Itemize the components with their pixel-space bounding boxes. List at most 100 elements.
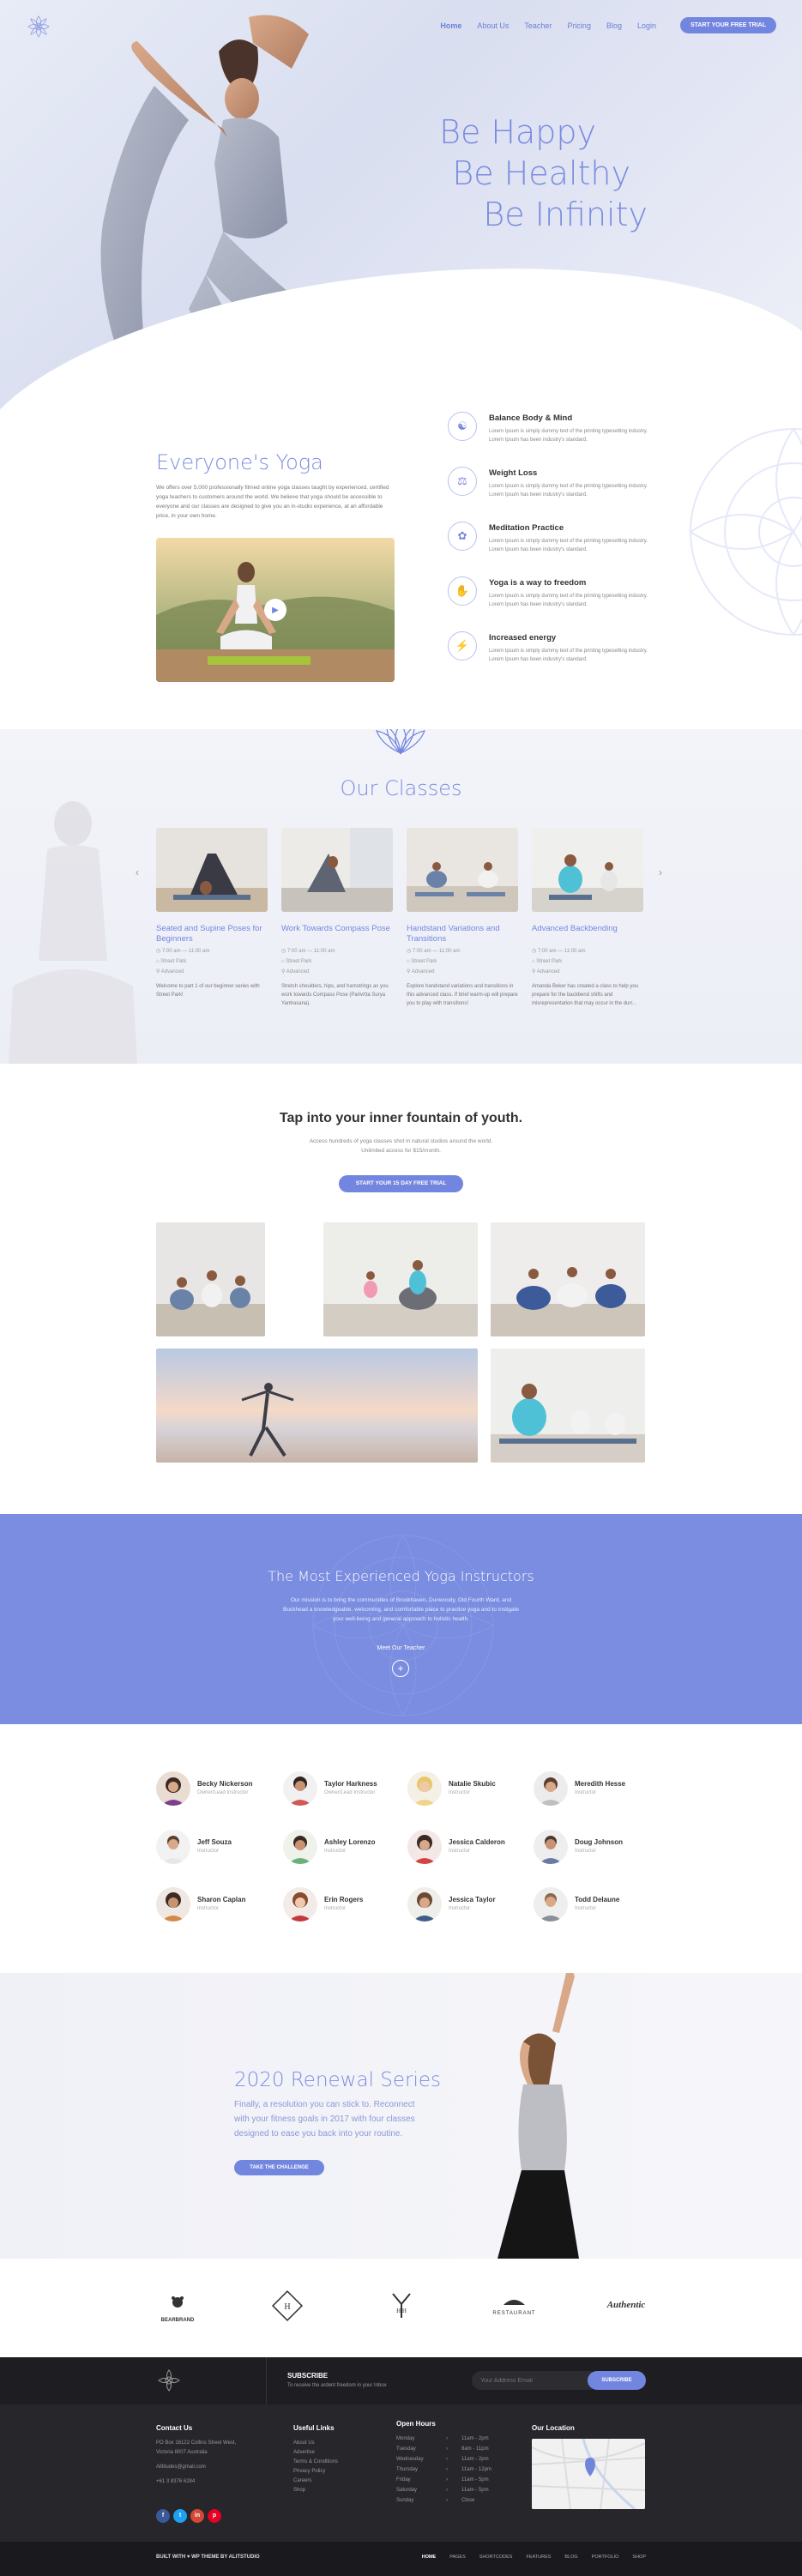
class-level-text: Advanced <box>411 969 435 974</box>
class-card[interactable]: Seated and Supine Poses for Beginners ◷ … <box>156 828 268 999</box>
class-image <box>532 828 643 912</box>
team-member[interactable]: Taylor Harkness Owner/Lead Instructor <box>283 1771 412 1806</box>
contact-email[interactable]: Alltitudes@gmail.com <box>156 2464 206 2470</box>
gallery-section: Tap into your inner fountain of youth. A… <box>0 1064 802 1514</box>
avatar <box>156 1887 190 1921</box>
brand-logo: RESTAURANT <box>491 2295 538 2316</box>
footer-lotus-logo-icon[interactable] <box>156 2368 182 2393</box>
gallery-image[interactable] <box>491 1222 645 1336</box>
subscribe-button[interactable]: SUBSCRIBE <box>588 2371 646 2390</box>
bottom-link-shortcodes[interactable]: SHORTCODES <box>479 2555 513 2560</box>
about-video[interactable]: ▶ <box>156 538 395 682</box>
bottom-link-blog[interactable]: BLOG <box>564 2555 577 2560</box>
footer-link[interactable]: Terms & Conditions <box>293 2459 338 2464</box>
free-trial-button[interactable]: START YOUR FREE TRIAL <box>679 17 776 33</box>
nav-link-blog[interactable]: Blog <box>606 21 622 30</box>
class-card[interactable]: Handstand Variations and Transitions ◷ 7… <box>407 828 518 1008</box>
team-section: Becky Nickerson Owner/Lead Instructor Ta… <box>0 1724 802 1973</box>
gallery-image[interactable] <box>156 1222 265 1336</box>
brand-name: RESTAURANT <box>492 2311 536 2316</box>
renewal-section: 2020 Renewal Series Finally, a resolutio… <box>0 1973 802 2259</box>
team-member[interactable]: Doug Johnson Instructor <box>534 1830 662 1864</box>
nav-link-home[interactable]: Home <box>440 21 461 30</box>
avatar <box>534 1771 568 1806</box>
team-member[interactable]: Becky Nickerson Owner/Lead Instructor <box>156 1771 285 1806</box>
gallery-image[interactable] <box>156 1348 478 1463</box>
gallery-image[interactable] <box>491 1348 645 1463</box>
page: Home About Us Teacher Pricing Blog Login… <box>0 0 802 2576</box>
brand-logo: BEARBRAND <box>156 2295 199 2323</box>
team-member[interactable]: Meredith Hesse Instructor <box>534 1771 662 1806</box>
team-member[interactable]: Natalie Skubic Instructor <box>407 1771 536 1806</box>
class-image <box>407 828 518 912</box>
team-member[interactable]: Erin Rogers Instructor <box>283 1887 412 1921</box>
avatar <box>407 1887 442 1921</box>
next-arrow-icon[interactable]: › <box>659 866 662 878</box>
feature-title: Balance Body & Mind <box>489 413 573 423</box>
hours-day: Monday <box>396 2436 415 2441</box>
gallery-image[interactable] <box>323 1222 478 1336</box>
bottom-link-home[interactable]: HOME <box>422 2555 437 2560</box>
nav-link-teacher[interactable]: Teacher <box>524 21 552 30</box>
feature-title: Increased energy <box>489 633 557 642</box>
class-name[interactable]: Work Towards Compass Pose <box>281 924 393 946</box>
team-member[interactable]: Jessica Calderon Instructor <box>407 1830 536 1864</box>
footer-main: Contact Us PO Box 16122 Collins Street W… <box>0 2404 802 2542</box>
play-icon[interactable]: ▶ <box>264 599 286 621</box>
renewal-title: 2020 Renewal Series <box>234 2069 442 2091</box>
brand-name: Authentic <box>606 2300 646 2310</box>
bottom-link-features[interactable]: FEATURES <box>526 2555 551 2560</box>
prev-arrow-icon[interactable]: ‹ <box>136 866 139 878</box>
class-name[interactable]: Seated and Supine Poses for Beginners <box>156 924 268 946</box>
feature-description: Lorem Ipsum is simply dummy text of the … <box>489 649 648 662</box>
class-description: Welcome to part 1 of our beginner series… <box>156 984 260 998</box>
nav-link-login[interactable]: Login <box>637 21 656 30</box>
class-card[interactable]: Advanced Backbending ◷ 7:00 am — 11:00 a… <box>532 828 643 1008</box>
lotus-logo-icon[interactable] <box>26 14 51 39</box>
hours-day: Sunday <box>396 2498 414 2503</box>
bottom-link-pages[interactable]: PAGES <box>449 2555 466 2560</box>
team-member[interactable]: Todd Delaune Instructor <box>534 1887 662 1921</box>
member-role: Owner/Lead Instructor <box>197 1790 249 1795</box>
feature-item: ✿ Meditation Practice Lorem Ipsum is sim… <box>448 522 662 576</box>
location-map[interactable] <box>532 2439 645 2509</box>
avatar <box>407 1830 442 1864</box>
linkedin-icon[interactable]: in <box>190 2509 204 2523</box>
footer-link[interactable]: Shop <box>293 2488 305 2493</box>
team-member[interactable]: Jeff Souza Instructor <box>156 1830 285 1864</box>
footer-link[interactable]: Careers <box>293 2478 311 2483</box>
member-name: Jessica Calderon <box>449 1838 505 1846</box>
hours-time: 11am - 2pm <box>461 2436 489 2441</box>
class-name[interactable]: Advanced Backbending <box>532 924 643 946</box>
pinterest-icon[interactable]: p <box>208 2509 221 2523</box>
class-name[interactable]: Handstand Variations and Transitions <box>407 924 518 946</box>
avatar <box>534 1830 568 1864</box>
nav-link-pricing[interactable]: Pricing <box>567 21 591 30</box>
hero-headline: Be Happy Be Healthy Be Infinity <box>439 112 648 235</box>
feature-item: ✋ Yoga is a way to freedom Lorem Ipsum i… <box>448 576 662 631</box>
member-role: Instructor <box>449 1906 471 1911</box>
bottom-link-portfolio[interactable]: PORTFOLIO <box>592 2555 619 2560</box>
footer-link[interactable]: Advertise <box>293 2450 315 2455</box>
fifteen-day-trial-button[interactable]: START YOUR 15 DAY FREE TRIAL <box>339 1175 463 1192</box>
plus-icon[interactable]: + <box>392 1660 409 1677</box>
nav-link-about[interactable]: About Us <box>477 21 509 30</box>
team-member[interactable]: Sharon Caplan Instructor <box>156 1887 285 1921</box>
meet-teacher-link[interactable]: Meet Our Teacher <box>0 1645 802 1651</box>
hours-day: Wednesday <box>396 2457 424 2462</box>
team-member[interactable]: Jessica Taylor Instructor <box>407 1887 536 1921</box>
footer-link[interactable]: Privacy Policy <box>293 2469 325 2474</box>
brand-name: H <box>284 2302 290 2312</box>
take-challenge-button[interactable]: TAKE THE CHALLENGE <box>234 2160 324 2175</box>
footer-link[interactable]: About Us <box>293 2440 315 2446</box>
team-member[interactable]: Ashley Lorenzo Instructor <box>283 1830 412 1864</box>
bottom-link-shop[interactable]: SHOP <box>632 2555 646 2560</box>
twitter-icon[interactable]: t <box>173 2509 187 2523</box>
footer-bottom-nav: HOME PAGES SHORTCODES FEATURES BLOG PORT… <box>422 2555 646 2560</box>
facebook-icon[interactable]: f <box>156 2509 170 2523</box>
gallery-subtitle: Access hundreds of yoga classes shot in … <box>309 1138 493 1154</box>
member-role: Instructor <box>575 1790 597 1795</box>
class-card[interactable]: Work Towards Compass Pose ◷ 7:00 am — 11… <box>281 828 393 1008</box>
email-input[interactable] <box>472 2371 592 2390</box>
hours-day: Friday <box>396 2477 411 2482</box>
